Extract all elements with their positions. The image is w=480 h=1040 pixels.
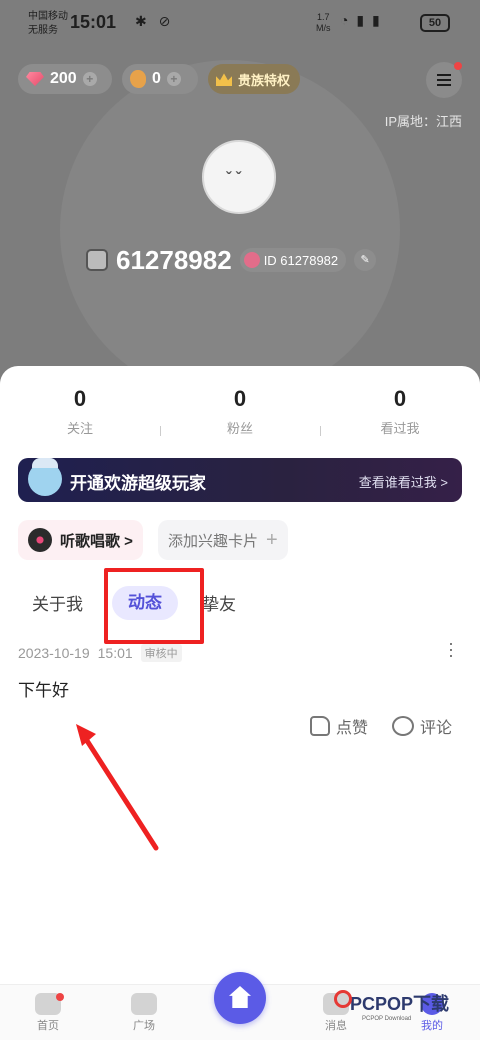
mascot-icon [28, 458, 62, 496]
network-speed: 1.7 M/s [316, 12, 331, 33]
user-id: ID 61278982 [263, 252, 339, 268]
annotation-arrow [76, 724, 159, 851]
nav-plaza[interactable]: 广场 [114, 993, 174, 1033]
vip-title: 开通欢游超级玩家 [70, 474, 206, 493]
add-interest-card-button[interactable]: 添加兴趣卡片 + [158, 520, 288, 560]
diamond-balance[interactable]: 200 + [18, 64, 112, 94]
nav-home[interactable]: 首页 [18, 993, 78, 1033]
status-bar: 中国移动 无服务 15:01 ✱ ⊘ 1.7 M/s ◔ ▮ ▮ 50 [0, 0, 480, 48]
post-meta: 2023-10-19 15:01 审核中 [18, 644, 182, 662]
noble-privilege-button[interactable]: 贵族特权 [208, 64, 300, 94]
signal-icons: ◔ ▮ ▮ [340, 12, 382, 28]
comment-icon [391, 716, 414, 736]
add-bean-icon[interactable]: + [166, 72, 181, 86]
vip-banner[interactable]: 开通欢游超级玩家 查看谁看过我 > [18, 458, 462, 502]
house-icon [229, 986, 251, 1008]
comment-label: 评论 [419, 720, 452, 737]
status-notification-icons: ✱ ⊘ [135, 13, 175, 29]
more-options-icon[interactable]: · · · [448, 634, 454, 664]
like-label: 点赞 [335, 720, 368, 737]
like-button[interactable]: 点赞 [309, 714, 368, 738]
carrier-info: 中国移动 无服务 [28, 11, 68, 36]
edit-icon[interactable]: ✎ [354, 249, 377, 271]
id-badge[interactable]: ID 61278982 [239, 248, 347, 272]
background-decoration [60, 60, 400, 400]
avatar[interactable]: ˇ ˇ [202, 140, 276, 214]
crown-icon [216, 73, 232, 86]
plus-icon: + [266, 528, 278, 551]
nickname-row: 61278982 ID 61278982 ✎ [86, 244, 377, 276]
interest-tag-music[interactable]: 听歌唱歌 > [18, 520, 143, 560]
record-disc-icon [28, 528, 52, 552]
menu-button[interactable] [426, 62, 462, 98]
ip-location: IP属地：江西 [384, 114, 462, 129]
bean-balance[interactable]: 0 + [122, 64, 198, 94]
watermark: PCPOP下载 PCPOP Download [334, 990, 449, 1030]
battery-icon: 50 [420, 14, 450, 32]
post-time: 15:01 [97, 645, 133, 661]
profile-sheet: 0 关注 0 粉丝 0 看过我 开通欢游超级玩家 查看谁看过我 > 听歌唱歌 >… [0, 366, 480, 1040]
tab-friends[interactable]: 挚友 [202, 590, 236, 615]
vip-visitors-link[interactable]: 查看谁看过我 > [359, 472, 448, 491]
diamond-count: 200 [50, 70, 77, 87]
annotation-highlight-box [104, 568, 204, 644]
avatar-face-icon: ˇ ˇ [226, 170, 242, 187]
notification-dot [454, 62, 462, 70]
profile-tabs: 关于我 动态 挚友 [0, 584, 480, 628]
divider [160, 426, 161, 436]
center-home-button[interactable] [214, 972, 266, 1024]
watermark-logo [334, 990, 352, 1008]
post-date: 2023-10-19 [18, 645, 90, 661]
add-interest-label: 添加兴趣卡片 [168, 532, 259, 550]
comment-button[interactable]: 评论 [391, 714, 452, 738]
post-content: 下午好 [18, 681, 69, 700]
bean-icon [130, 70, 146, 88]
post-actions: 点赞 评论 [309, 714, 452, 738]
nickname: 61278982 [116, 244, 232, 275]
add-diamond-icon[interactable]: + [82, 72, 97, 86]
noble-label: 贵族特权 [238, 72, 291, 88]
divider [320, 426, 321, 436]
stat-visitors[interactable]: 0 看过我 [330, 386, 470, 437]
menu-icon [437, 74, 451, 76]
tab-about[interactable]: 关于我 [32, 590, 83, 615]
stats-row: 0 关注 0 粉丝 0 看过我 [0, 386, 480, 446]
bean-count: 0 [152, 70, 161, 87]
notification-dot [56, 993, 64, 1001]
id-icon [243, 252, 260, 268]
diamond-icon [26, 72, 44, 86]
planet-icon [131, 993, 157, 1015]
stat-fans[interactable]: 0 粉丝 [170, 386, 310, 437]
stat-following[interactable]: 0 关注 [10, 386, 150, 437]
review-status-badge: 审核中 [140, 644, 182, 662]
interest-tag-label: 听歌唱歌 > [60, 532, 133, 550]
thumbs-up-icon [309, 716, 330, 736]
status-time: 15:01 [70, 12, 117, 32]
robot-icon [86, 249, 108, 271]
